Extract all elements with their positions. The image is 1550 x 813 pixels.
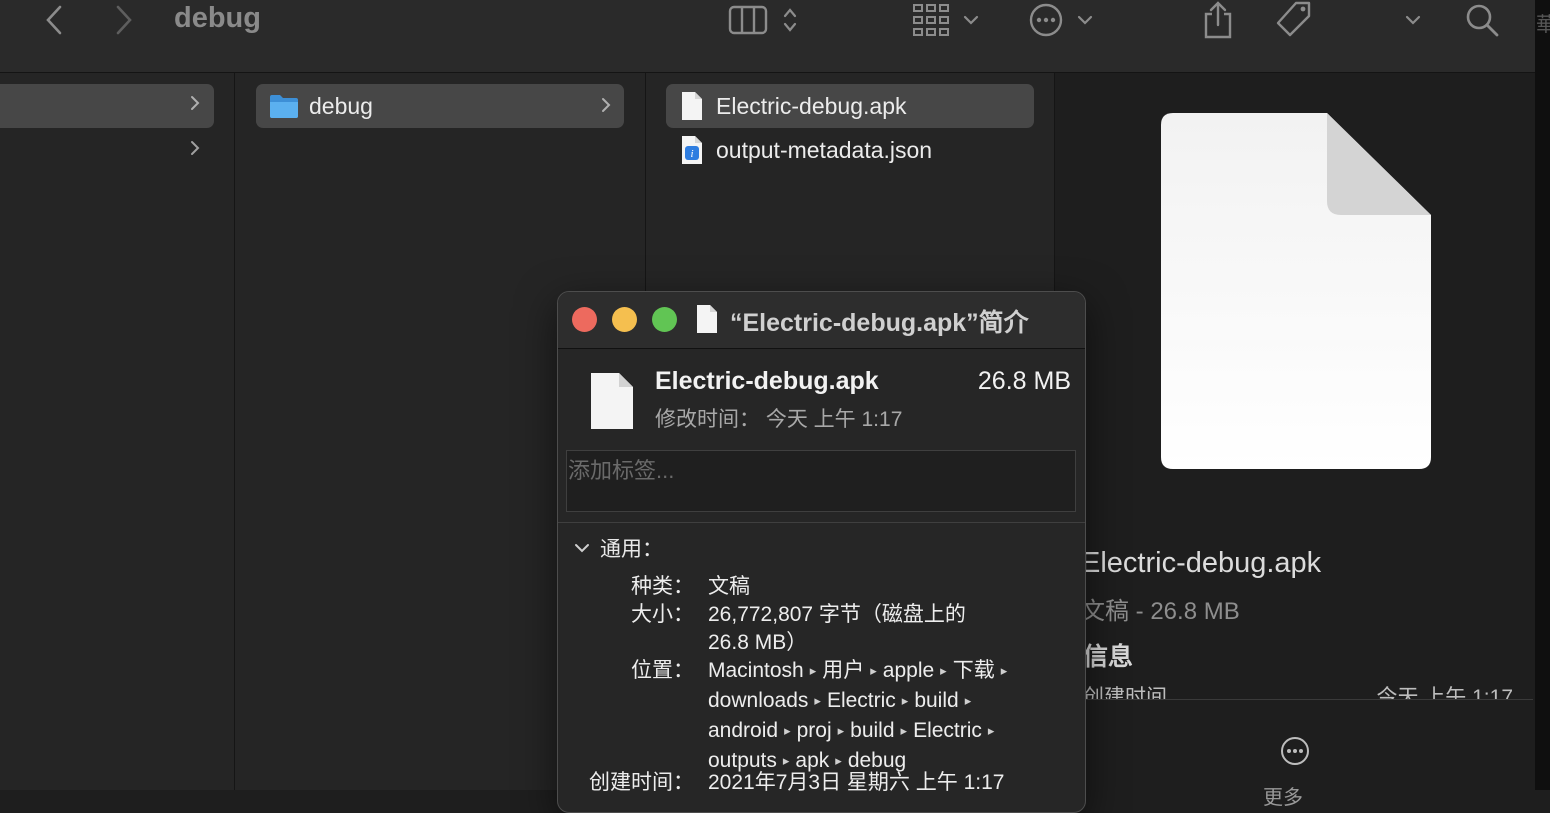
folder-label: debug [309,92,373,119]
path-segment: downloads [708,689,809,712]
general-section-header[interactable]: 通用： [574,533,663,563]
created-label: 创建时间： [589,771,694,794]
forward-icon[interactable] [108,2,140,38]
path-segment: 下载 [952,659,995,682]
column-view-icon[interactable] [726,2,770,38]
svg-text:i: i [690,148,693,160]
more-icon[interactable] [1279,735,1311,772]
search-icon[interactable] [1462,0,1502,40]
path-arrow-icon: ▸ [1000,663,1008,678]
path-arrow-icon: ▸ [837,723,845,738]
path-arrow-icon: ▸ [900,723,908,738]
path-segment: proj [796,719,832,742]
dialog-modified: 修改时间： 今天 上午 1:17 [655,408,903,431]
close-button[interactable] [572,307,597,332]
view-options-chevron-icon[interactable] [778,2,802,38]
path-arrow-icon: ▸ [870,663,877,678]
preview-created-row: 创建时间 今天 上午 1:17 [1083,681,1513,699]
action-more-icon[interactable] [1026,2,1066,38]
document-icon [680,91,704,121]
zoom-button[interactable] [652,307,677,332]
more-label[interactable]: 更多 [1263,781,1303,810]
folder-row-debug[interactable]: debug [256,84,624,128]
action-chevron-down-icon[interactable] [1074,2,1096,38]
chevron-right-icon[interactable] [190,140,200,161]
location-label: 位置： [631,659,694,682]
preview-subtitle: 文稿 - 26.8 MB [1081,598,1240,625]
toolbar-overflow-chevron-icon[interactable] [1402,2,1424,38]
tag-icon[interactable] [1272,0,1316,40]
dialog-file-name: Electric-debug.apk [655,367,879,395]
large-document-icon [1159,111,1434,478]
size-value-line2: 26.8 MB） [708,631,808,654]
group-chevron-down-icon[interactable] [960,2,982,38]
path-arrow-icon: ▸ [901,693,909,708]
kind-row: 种类： 文稿 [558,573,1085,601]
dialog-document-icon [588,372,634,435]
path-arrow-icon: ▸ [940,663,947,678]
path-segment: 用户 [822,659,865,682]
json-file-icon: i [680,135,704,165]
chevron-down-icon [575,544,589,553]
adjacent-window-edge: 華 [1535,0,1550,790]
path-segment: Macintosh [708,659,804,682]
dialog-file-size: 26.8 MB [977,367,1071,395]
kind-value: 文稿 [708,575,750,598]
file-row-apk[interactable]: Electric-debug.apk [666,84,1034,128]
path-segment: Electric [826,689,896,712]
preview-file-name: Electric-debug.apk [1081,547,1322,579]
file-label: output-metadata.json [716,136,933,163]
location-path: Macintosh ▸ 用户 ▸ apple ▸ 下载 ▸ downloads ▸ Electri… [708,657,1058,777]
tags-field[interactable]: 添加标签... [566,450,1076,512]
path-arrow-icon: ▸ [809,663,817,678]
path-segment: Electric [913,719,982,742]
minimize-button[interactable] [612,307,637,332]
chevron-right-icon [190,95,200,116]
get-info-title: “Electric-debug.apk”简介 [730,309,1029,337]
adjacent-window-glyph: 華 [1536,14,1550,36]
path-segment: android [708,719,779,742]
file-row-json[interactable]: i output-metadata.json [666,128,1034,172]
folder-icon [269,93,299,119]
general-section-label: 通用： [600,538,663,561]
path-segment: build [914,689,959,712]
back-icon[interactable] [38,2,70,38]
preview-created-value: 今天 上午 1:17 [1376,686,1513,699]
size-value: 26,772,807 字节（磁盘上的 26.8 MB） [708,601,1058,657]
path-arrow-icon: ▸ [835,753,842,768]
finder-toolbar: debug [0,0,1535,73]
size-label: 大小： [631,603,694,626]
chevron-right-icon [601,97,611,118]
file-label: Electric-debug.apk [716,92,907,119]
location-row: 位置： Macintosh ▸ 用户 ▸ apple ▸ 下载 ▸ downloads ▸ Ele… [558,657,1085,772]
dialog-divider [558,522,1085,523]
preview-pane: Electric-debug.apk 文稿 - 26.8 MB 信息 创建时间 … [1055,73,1535,809]
window-title: debug [174,2,261,34]
path-segment: build [850,719,895,742]
preview-created-label: 创建时间 [1083,686,1167,699]
size-row: 大小： 26,772,807 字节（磁盘上的 26.8 MB） [558,601,1085,657]
kind-label: 种类： [631,575,694,598]
path-segment: apple [882,659,935,682]
preview-divider [1083,699,1533,700]
title-document-icon [695,304,719,339]
path-arrow-icon: ▸ [784,723,791,738]
column-1 [0,73,234,790]
share-icon[interactable] [1198,0,1238,40]
path-arrow-icon: ▸ [964,693,972,708]
created-row: 创建时间： 2021年7月3日 星期六 上午 1:17 [558,769,1085,797]
preview-info-heading: 信息 [1083,643,1134,671]
group-icon[interactable] [910,2,952,38]
size-value-line1: 26,772,807 字节（磁盘上的 [708,603,966,626]
path-arrow-icon: ▸ [814,693,821,708]
column-1-selected-row[interactable] [0,84,214,128]
path-arrow-icon: ▸ [987,723,995,738]
get-info-window: “Electric-debug.apk”简介 Electric-debug.ap… [557,291,1086,813]
created-value: 2021年7月3日 星期六 上午 1:17 [708,771,1005,794]
path-arrow-icon: ▸ [782,753,790,768]
get-info-titlebar[interactable]: “Electric-debug.apk”简介 [558,292,1085,349]
